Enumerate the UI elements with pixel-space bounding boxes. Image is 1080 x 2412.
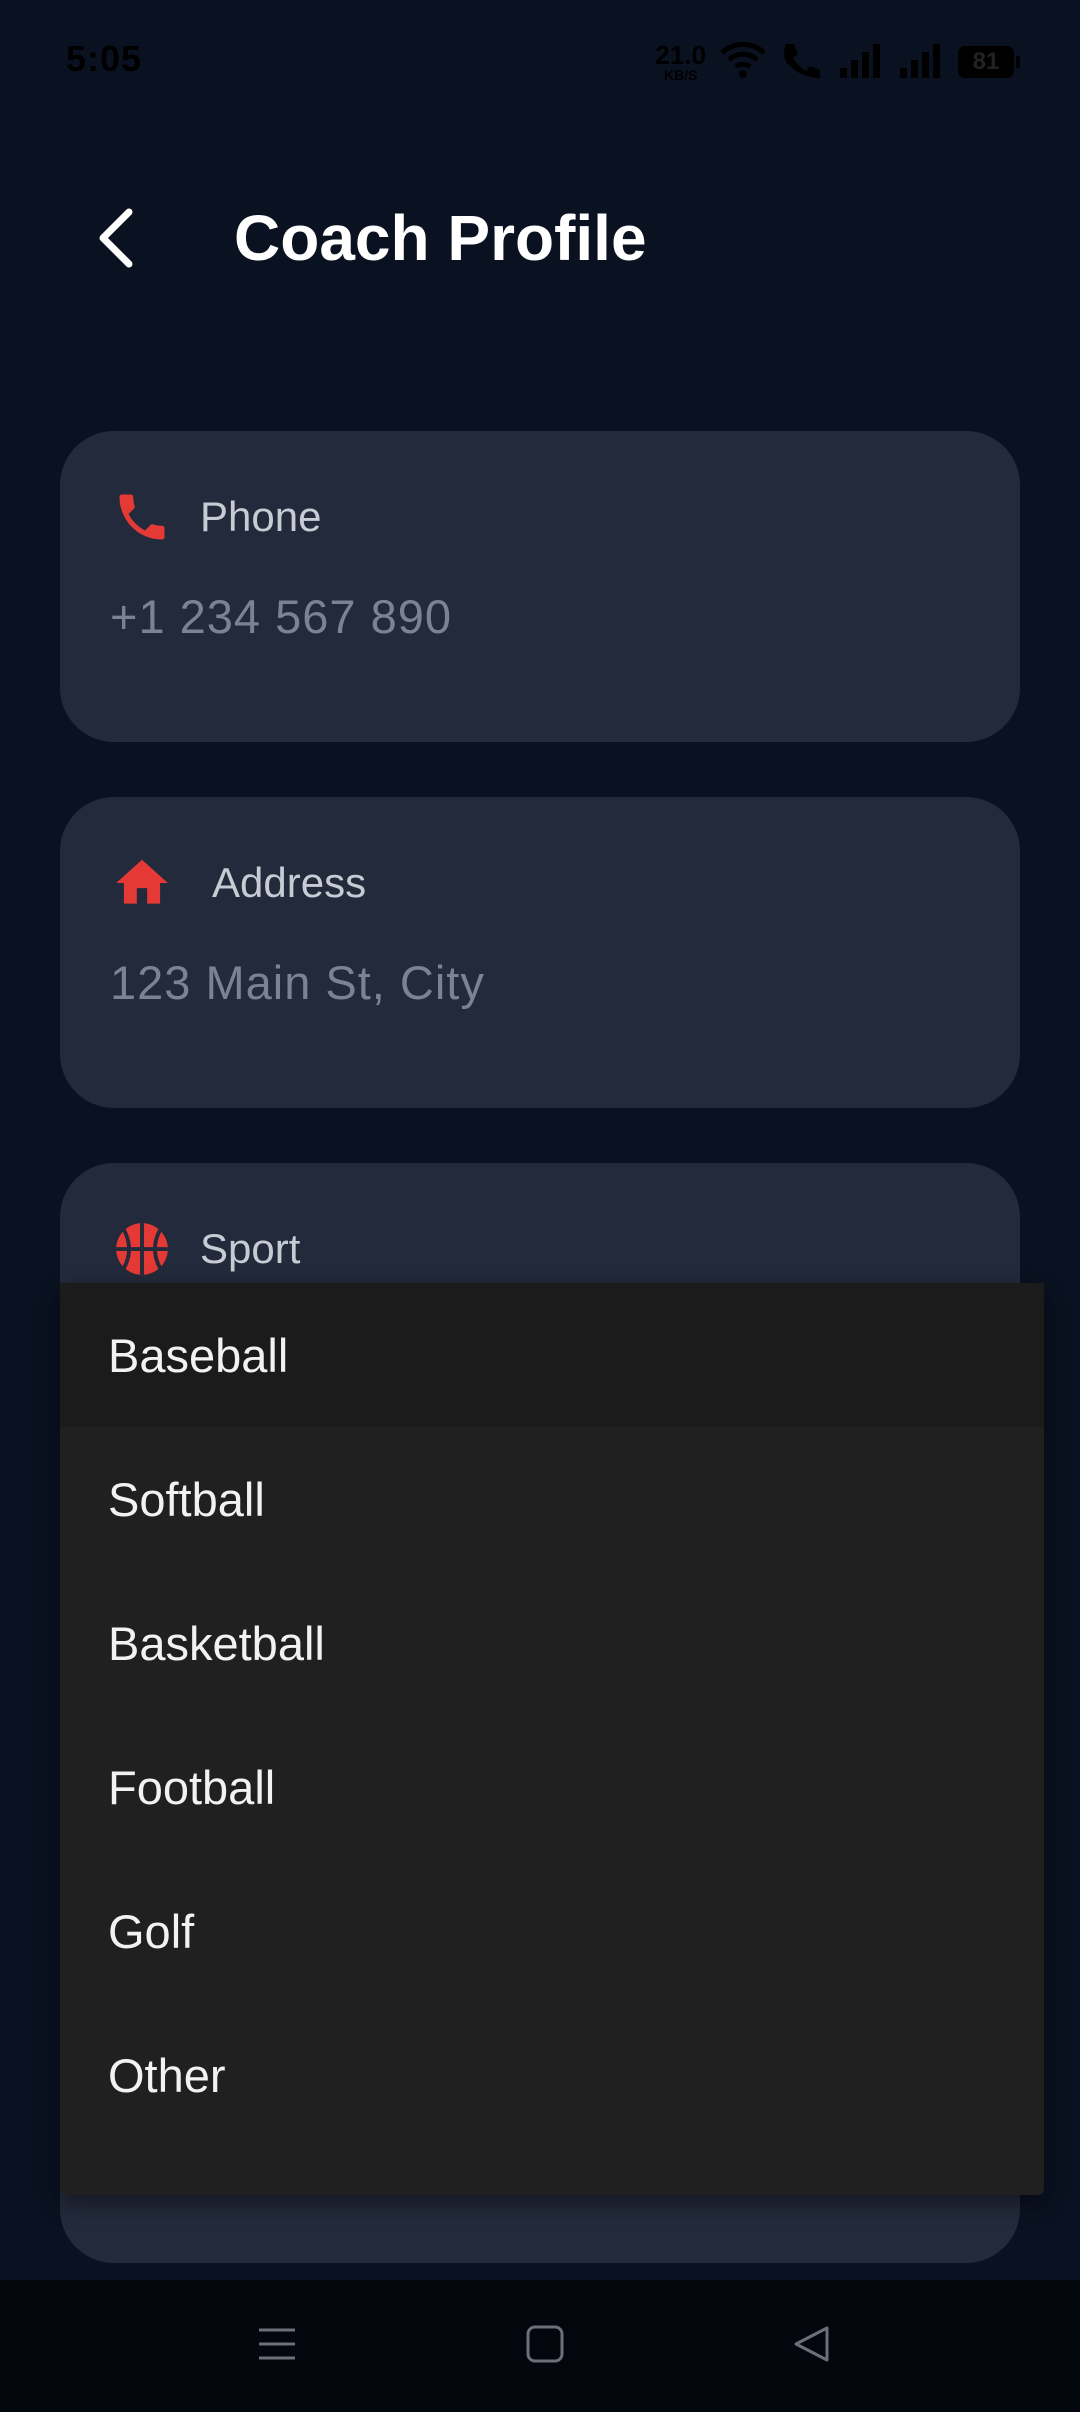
phone-label: Phone [200, 493, 322, 540]
sport-dropdown-menu: Baseball Softball Basketball Football Go… [60, 1283, 1044, 2195]
phone-icon [110, 485, 174, 549]
sport-label-row: Sport [110, 1217, 300, 1281]
sport-option-softball[interactable]: Softball [60, 1427, 1044, 1571]
back-triangle-icon [791, 2324, 831, 2369]
sport-option-football[interactable]: Football [60, 1715, 1044, 1859]
network-speed: 21.0 KB/S [655, 42, 706, 82]
battery-level: 81 [972, 48, 1000, 75]
home-square-icon [525, 2324, 565, 2369]
back-button[interactable] [80, 200, 150, 280]
status-bar: 5:05 21.0 KB/S 81 [0, 0, 1080, 120]
address-label-row: Address [110, 851, 366, 915]
basketball-icon [110, 1217, 174, 1281]
chevron-left-icon [93, 206, 137, 275]
volte-call-icon [780, 40, 824, 85]
address-value[interactable]: 123 Main St, City [110, 955, 485, 1010]
home-icon [110, 851, 174, 915]
battery-icon: 81 [958, 46, 1020, 78]
navigation-bar [0, 2280, 1080, 2412]
status-icons: 21.0 KB/S 81 [655, 40, 1020, 85]
sport-label: Sport [200, 1225, 301, 1272]
phone-field[interactable]: Phone +1 234 567 890 [60, 431, 1020, 742]
page-title: Coach Profile [234, 202, 647, 274]
address-label: Address [212, 859, 367, 906]
status-time: 5:05 [66, 38, 143, 79]
sport-option-other[interactable]: Other [60, 2003, 1044, 2147]
nav-home-button[interactable] [505, 2310, 585, 2382]
phone-value[interactable]: +1 234 567 890 [110, 589, 452, 644]
address-field[interactable]: Address 123 Main St, City [60, 797, 1020, 1108]
wifi-icon [720, 41, 766, 84]
menu-icon [257, 2324, 297, 2369]
sport-option-basketball[interactable]: Basketball [60, 1571, 1044, 1715]
signal-icon [838, 42, 884, 83]
network-speed-unit: KB/S [663, 67, 698, 83]
nav-back-button[interactable] [771, 2310, 851, 2382]
sport-option-baseball[interactable]: Baseball [60, 1283, 1044, 1427]
signal-icon [898, 42, 944, 83]
phone-label-row: Phone [110, 485, 321, 549]
nav-menu-button[interactable] [237, 2310, 317, 2382]
sport-option-golf[interactable]: Golf [60, 1859, 1044, 2003]
network-speed-value: 21.0 [655, 40, 706, 70]
